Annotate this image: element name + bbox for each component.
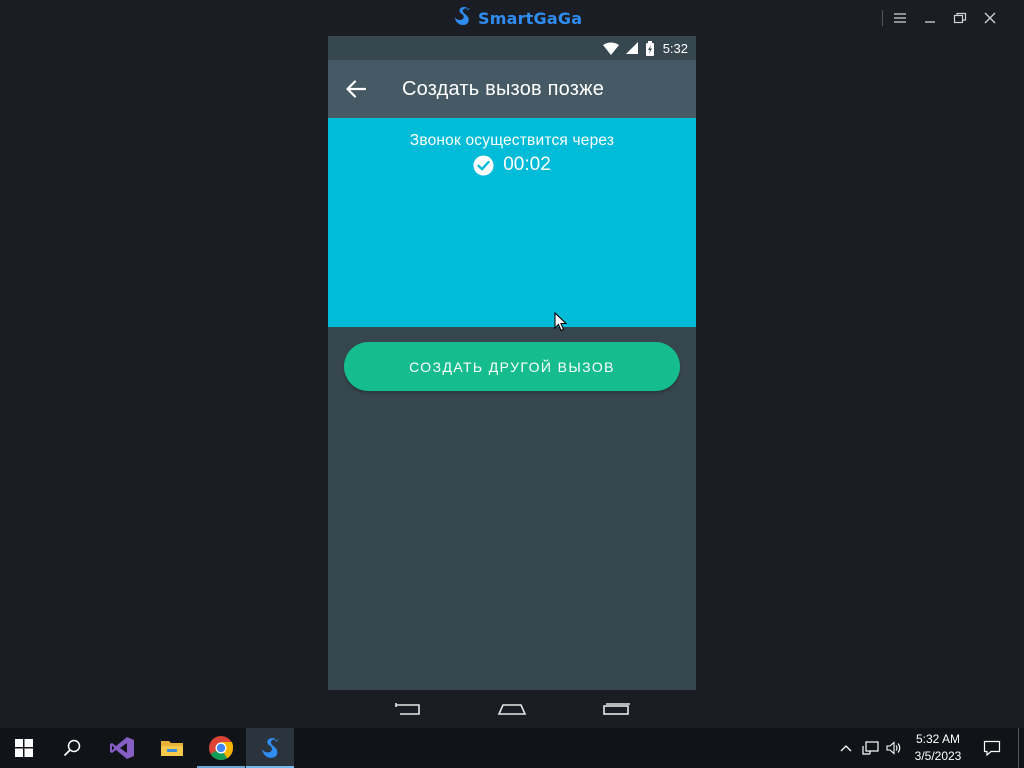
back-button[interactable] xyxy=(344,77,368,101)
start-button[interactable] xyxy=(0,728,48,768)
call-status-panel: Звонок осуществится через 00:02 xyxy=(328,118,696,327)
taskbar-chrome[interactable] xyxy=(197,728,245,768)
nav-home-icon xyxy=(497,704,527,715)
swan-app-icon xyxy=(262,738,279,758)
call-status-label: Звонок осуществится через xyxy=(409,132,615,149)
signal-icon xyxy=(625,42,638,54)
swan-logo-icon xyxy=(452,5,472,32)
emulator-titlebar: SmartGaGa xyxy=(0,0,1024,36)
volume-icon xyxy=(886,741,901,755)
minimize-icon xyxy=(925,21,935,23)
visual-studio-icon xyxy=(110,737,134,759)
call-timer-row: 00:02 xyxy=(328,154,696,176)
wifi-icon xyxy=(602,42,619,55)
call-timer: 00:02 xyxy=(503,154,551,175)
taskbar-visual-studio[interactable] xyxy=(98,728,146,768)
action-center-button[interactable] xyxy=(978,728,1006,768)
clock-date: 3/5/2023 xyxy=(914,749,962,763)
titlebar-separator xyxy=(882,10,883,26)
android-status-bar: 5:32 xyxy=(328,36,696,60)
taskbar-file-explorer[interactable] xyxy=(148,728,196,768)
app-bar: Создать вызов позже xyxy=(328,60,696,118)
windows-logo-icon xyxy=(15,739,33,757)
arrow-back-icon xyxy=(346,80,366,98)
show-desktop-divider[interactable] xyxy=(1018,728,1019,768)
phone-screen: 5:32 Создать вызов позже Звонок осуществ… xyxy=(328,36,696,690)
taskbar-clock[interactable]: 5:32 AM 3/5/2023 xyxy=(906,731,970,765)
battery-charging-icon xyxy=(645,40,654,56)
volume-tray-button[interactable] xyxy=(884,728,904,768)
emulator-brand-name: SmartGaGa xyxy=(478,8,583,28)
notification-icon xyxy=(983,740,1001,756)
network-tray-button[interactable] xyxy=(860,728,882,768)
status-time: 5:32 xyxy=(662,40,688,56)
android-nav-bar xyxy=(328,690,696,728)
chevron-up-icon xyxy=(840,745,852,752)
network-icon xyxy=(862,741,879,755)
chrome-icon xyxy=(209,736,234,761)
nav-home-button[interactable] xyxy=(496,700,528,718)
minimize-button[interactable] xyxy=(920,8,940,28)
folder-icon xyxy=(161,741,183,756)
check-circle-icon xyxy=(473,155,494,175)
nav-recents-button[interactable] xyxy=(600,700,632,718)
restore-button[interactable] xyxy=(950,8,970,28)
restore-icon xyxy=(953,12,967,24)
emulator-brand: SmartGaGa xyxy=(452,5,583,32)
emulator-menu-button[interactable] xyxy=(890,8,910,28)
taskbar-smartgaga[interactable] xyxy=(246,728,294,768)
close-button[interactable] xyxy=(980,8,1000,28)
windows-taskbar: 5:32 AM 3/5/2023 xyxy=(0,728,1024,768)
nav-back-icon xyxy=(395,703,420,715)
taskbar-search-button[interactable] xyxy=(48,728,96,768)
hamburger-menu-icon xyxy=(894,13,906,23)
create-another-call-button[interactable]: СОЗДАТЬ ДРУГОЙ ВЫЗОВ xyxy=(344,342,680,391)
mouse-cursor xyxy=(554,311,568,337)
search-icon xyxy=(63,739,81,757)
clock-time: 5:32 AM xyxy=(915,732,961,746)
nav-back-button[interactable] xyxy=(392,700,424,718)
create-another-call-label: СОЗДАТЬ ДРУГОЙ ВЫЗОВ xyxy=(409,358,615,375)
nav-recents-icon xyxy=(603,703,630,715)
close-icon xyxy=(984,12,996,24)
cursor-arrow-icon xyxy=(554,311,568,332)
show-hidden-icons-button[interactable] xyxy=(836,728,856,768)
page-title: Создать вызов позже xyxy=(402,78,605,100)
